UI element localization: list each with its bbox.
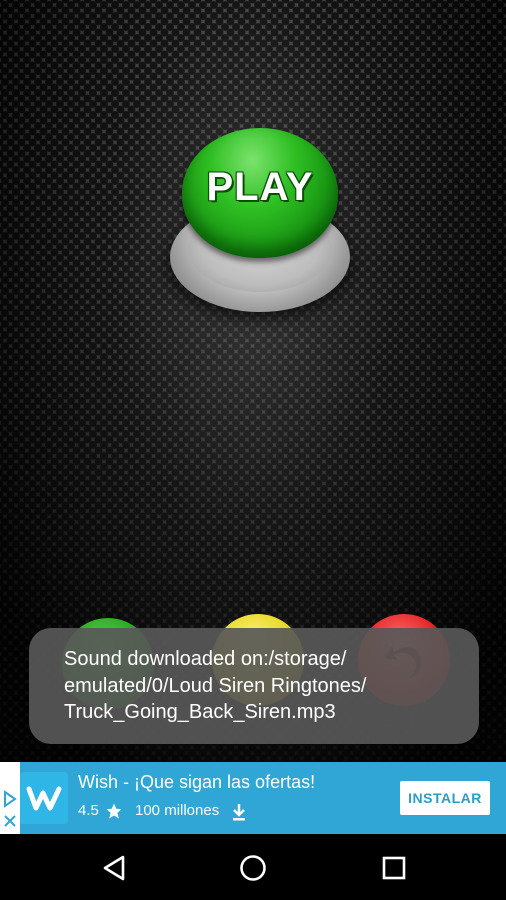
download-icon — [233, 804, 245, 821]
play-button-label: PLAY — [206, 164, 314, 209]
toast-line: emulated/0/Loud Siren Ringtones/ — [64, 674, 367, 697]
play-button[interactable]: PLAY — [168, 128, 352, 318]
ad-banner[interactable]: Wish - ¡Que sigan las ofertas! 4.5 100 m… — [0, 762, 506, 834]
toast-line: Sound downloaded on:/storage/ — [64, 648, 347, 670]
close-icon[interactable] — [2, 812, 18, 830]
home-icon — [240, 855, 266, 881]
toast-message: Sound downloaded on:/storage/ emulated/0… — [64, 646, 455, 726]
adchoices-icon[interactable] — [2, 790, 18, 808]
install-button[interactable]: INSTALAR — [400, 781, 490, 815]
star-icon — [106, 803, 122, 819]
ad-installs: 100 millones — [135, 802, 220, 819]
ad-rating: 4.5 — [78, 802, 99, 819]
wish-logo-icon — [26, 786, 62, 811]
back-button[interactable] — [92, 846, 136, 890]
navigation-bar — [0, 834, 506, 900]
wish-logo — [20, 772, 68, 824]
recents-icon — [382, 856, 406, 880]
recents-button[interactable] — [372, 846, 416, 890]
home-button[interactable] — [231, 846, 275, 890]
toast-line: Truck_Going_Back_Siren.mp3 — [64, 701, 336, 723]
ad-title[interactable]: Wish - ¡Que sigan las ofertas! — [78, 772, 315, 793]
play-button-cap[interactable]: PLAY — [182, 128, 338, 258]
back-icon — [103, 855, 125, 881]
download-toast: Sound downloaded on:/storage/ emulated/0… — [29, 628, 479, 744]
ad-choices-strip — [0, 762, 20, 834]
